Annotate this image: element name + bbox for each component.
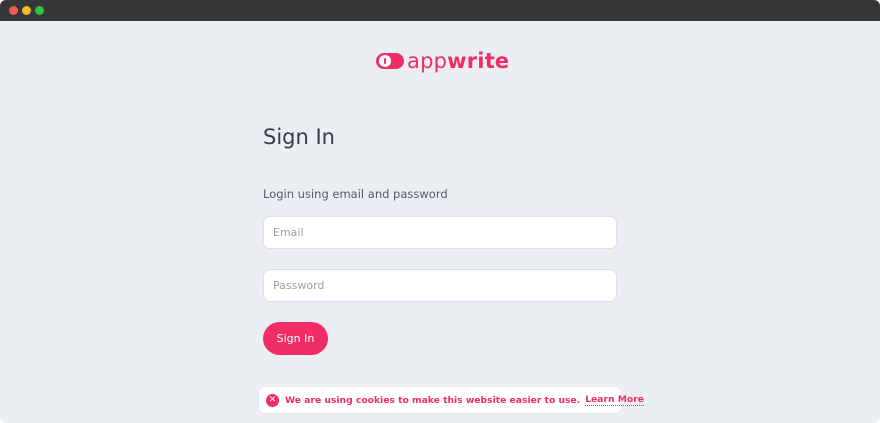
appwrite-logo-icon [376,51,404,71]
page-title: Sign In [263,125,335,149]
close-circle-icon[interactable]: ✕ [266,393,279,407]
cookie-message: We are using cookies to make this websit… [285,394,581,406]
learn-more-link[interactable]: Learn More [585,394,644,406]
logo-text-bold: write [447,49,510,73]
login-subtitle: Login using email and password [263,187,448,201]
close-window-icon[interactable] [9,6,18,15]
maximize-window-icon[interactable] [35,6,44,15]
logo-text-light: app [407,49,448,73]
title-bar [0,0,880,21]
cookie-notice: ✕ We are using cookies to make this webs… [259,387,644,413]
password-input[interactable] [263,269,617,302]
browser-window: appwrite Sign In Login using email and p… [0,0,880,423]
email-input[interactable] [263,216,617,249]
sign-in-button[interactable]: Sign In [263,322,328,355]
logo-wordmark: appwrite [407,49,509,73]
minimize-window-icon[interactable] [22,6,31,15]
appwrite-logo: appwrite [376,49,509,73]
